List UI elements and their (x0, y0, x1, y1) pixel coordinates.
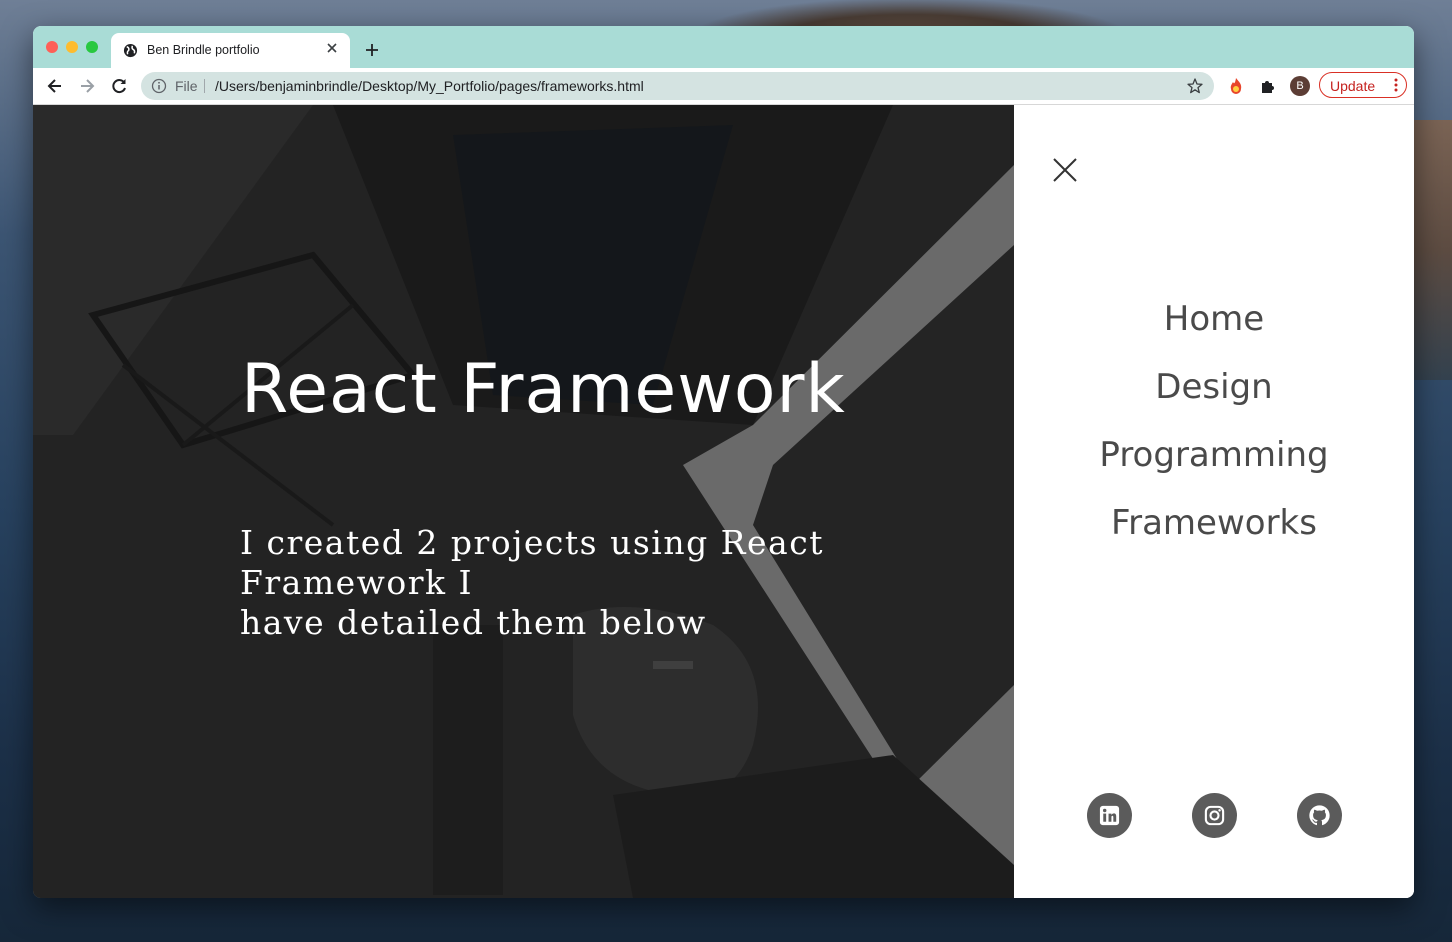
close-tab-icon[interactable] (324, 40, 340, 56)
tab-title: Ben Brindle portfolio (147, 43, 260, 57)
browser-toolbar: File /Users/benjaminbrindle/Desktop/My_P… (33, 68, 1414, 105)
back-arrow-icon[interactable] (45, 76, 65, 96)
close-window-button[interactable] (46, 41, 58, 53)
forward-arrow-icon[interactable] (77, 76, 97, 96)
linkedin-icon (1099, 805, 1120, 826)
hero-title: React Framework (241, 350, 846, 429)
address-divider (204, 79, 205, 93)
info-icon[interactable] (151, 78, 167, 94)
hero-section: React Framework I created 2 projects usi… (33, 105, 1014, 898)
linkedin-button[interactable] (1087, 793, 1132, 838)
tab-strip: Ben Brindle portfolio (33, 26, 1414, 68)
page-viewport: React Framework I created 2 projects usi… (33, 105, 1414, 898)
globe-icon (123, 43, 138, 58)
more-menu-icon[interactable] (1394, 77, 1398, 93)
scheme-label: File (175, 78, 198, 94)
instagram-button[interactable] (1192, 793, 1237, 838)
zoom-window-button[interactable] (86, 41, 98, 53)
nav-link-frameworks[interactable]: Frameworks (1014, 496, 1414, 564)
extension-flame-icon[interactable] (1226, 76, 1246, 96)
minimize-window-button[interactable] (66, 41, 78, 53)
update-label: Update (1330, 78, 1376, 94)
profile-avatar[interactable]: B (1290, 76, 1310, 96)
nav-link-home[interactable]: Home (1014, 292, 1414, 360)
update-button[interactable]: Update (1319, 72, 1407, 98)
reload-icon[interactable] (109, 76, 129, 96)
hero-subtitle: I created 2 projects using React Framewo… (240, 523, 824, 642)
close-menu-icon[interactable] (1050, 155, 1080, 185)
new-tab-icon[interactable] (364, 42, 380, 58)
extensions-puzzle-icon[interactable] (1258, 76, 1278, 96)
github-icon (1309, 805, 1330, 826)
nav-link-programming[interactable]: Programming (1014, 428, 1414, 496)
desktop-background-cliff (1412, 120, 1452, 380)
url-text[interactable]: /Users/benjaminbrindle/Desktop/My_Portfo… (215, 78, 644, 94)
browser-window: Ben Brindle portfolio File /Users/benjam… (33, 26, 1414, 898)
tab-ben-brindle-portfolio[interactable]: Ben Brindle portfolio (111, 33, 350, 68)
nav-link-design[interactable]: Design (1014, 360, 1414, 428)
bookmark-star-icon[interactable] (1186, 77, 1204, 95)
github-button[interactable] (1297, 793, 1342, 838)
hero-background-photo (33, 105, 1014, 898)
side-menu: Home Design Programming Frameworks (1014, 105, 1414, 898)
instagram-icon (1204, 805, 1225, 826)
side-nav: Home Design Programming Frameworks (1014, 292, 1414, 564)
address-bar[interactable]: File /Users/benjaminbrindle/Desktop/My_P… (141, 72, 1214, 100)
